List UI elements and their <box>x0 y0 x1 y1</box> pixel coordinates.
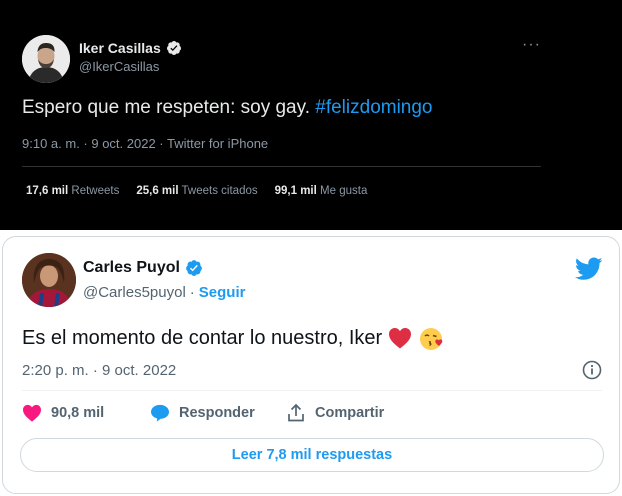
hashtag-link[interactable]: #felizdomingo <box>315 97 432 118</box>
author-handle-row: @Carles5puyol · Seguir <box>83 284 245 301</box>
follow-button[interactable]: Seguir <box>199 284 246 301</box>
share-icon <box>288 403 304 422</box>
like-button[interactable]: 90,8 mil <box>22 404 150 422</box>
tweet-body: Espero que me respeten: soy gay. <box>22 97 310 118</box>
red-heart-emoji <box>389 328 412 349</box>
twitter-bird-icon[interactable] <box>575 257 603 281</box>
reply-button[interactable]: Responder <box>150 404 286 422</box>
stat-count: 17,6 mil <box>26 185 69 197</box>
share-label: Compartir <box>315 405 385 421</box>
info-icon[interactable] <box>582 360 602 380</box>
verified-badge-icon <box>186 260 202 276</box>
verified-badge-icon <box>166 41 181 55</box>
tweet-text: Es el momento de contar lo nuestro, Iker <box>22 325 444 351</box>
tweet-timestamp: 9:10 a. m. · 9 oct. 2022 · Twitter for i… <box>22 136 269 151</box>
read-replies-button[interactable]: Leer 7,8 mil respuestas <box>20 438 604 472</box>
tweet-actions: 90,8 mil Responder Compartir <box>22 403 384 423</box>
author-name[interactable]: Carles Puyol <box>83 259 180 277</box>
stat-retweets[interactable]: 17,6 mil Retweets <box>26 185 119 197</box>
author-name[interactable]: Iker Casillas <box>79 40 161 56</box>
tweet-body: Es el momento de contar lo nuestro, Iker <box>22 326 383 349</box>
tweet-timestamp[interactable]: 2:20 p. m. · 9 oct. 2022 <box>22 362 176 379</box>
tweet-card-casillas: Iker Casillas @IkerCasillas ··· Espero q… <box>0 0 622 230</box>
more-dots-icon[interactable]: ··· <box>522 36 541 54</box>
divider <box>22 166 541 167</box>
stat-count: 25,6 mil <box>136 185 179 197</box>
separator-dot: · <box>189 284 195 301</box>
face-blowing-kiss-emoji <box>420 328 443 350</box>
heart-icon <box>23 404 41 422</box>
stat-likes[interactable]: 99,1 mil Me gusta <box>275 185 368 197</box>
reply-label: Responder <box>179 405 255 421</box>
stat-label: Retweets <box>71 185 120 197</box>
stat-label: Tweets citados <box>181 185 258 197</box>
stat-quote-tweets[interactable]: 25,6 mil Tweets citados <box>136 185 257 197</box>
share-button[interactable]: Compartir <box>286 403 384 423</box>
author-handle[interactable]: @Carles5puyol <box>83 284 186 301</box>
stat-label: Me gusta <box>320 185 368 197</box>
divider <box>22 390 602 391</box>
stat-count: 99,1 mil <box>274 185 317 197</box>
author-name-row: Carles Puyol <box>83 259 203 277</box>
tweet-stats: 17,6 mil Retweets 25,6 mil Tweets citado… <box>26 185 367 197</box>
reply-bubble-icon <box>151 404 169 422</box>
tweet-text: Espero que me respeten: soy gay. #felizd… <box>22 97 433 119</box>
author-handle[interactable]: @IkerCasillas <box>79 59 159 74</box>
like-count: 90,8 mil <box>51 405 105 421</box>
avatar-puyol[interactable] <box>22 253 76 307</box>
author-name-row: Iker Casillas <box>79 40 182 56</box>
avatar-casillas[interactable] <box>22 35 70 83</box>
tweet-card-puyol: Carles Puyol @Carles5puyol · Seguir Es e… <box>2 236 620 494</box>
